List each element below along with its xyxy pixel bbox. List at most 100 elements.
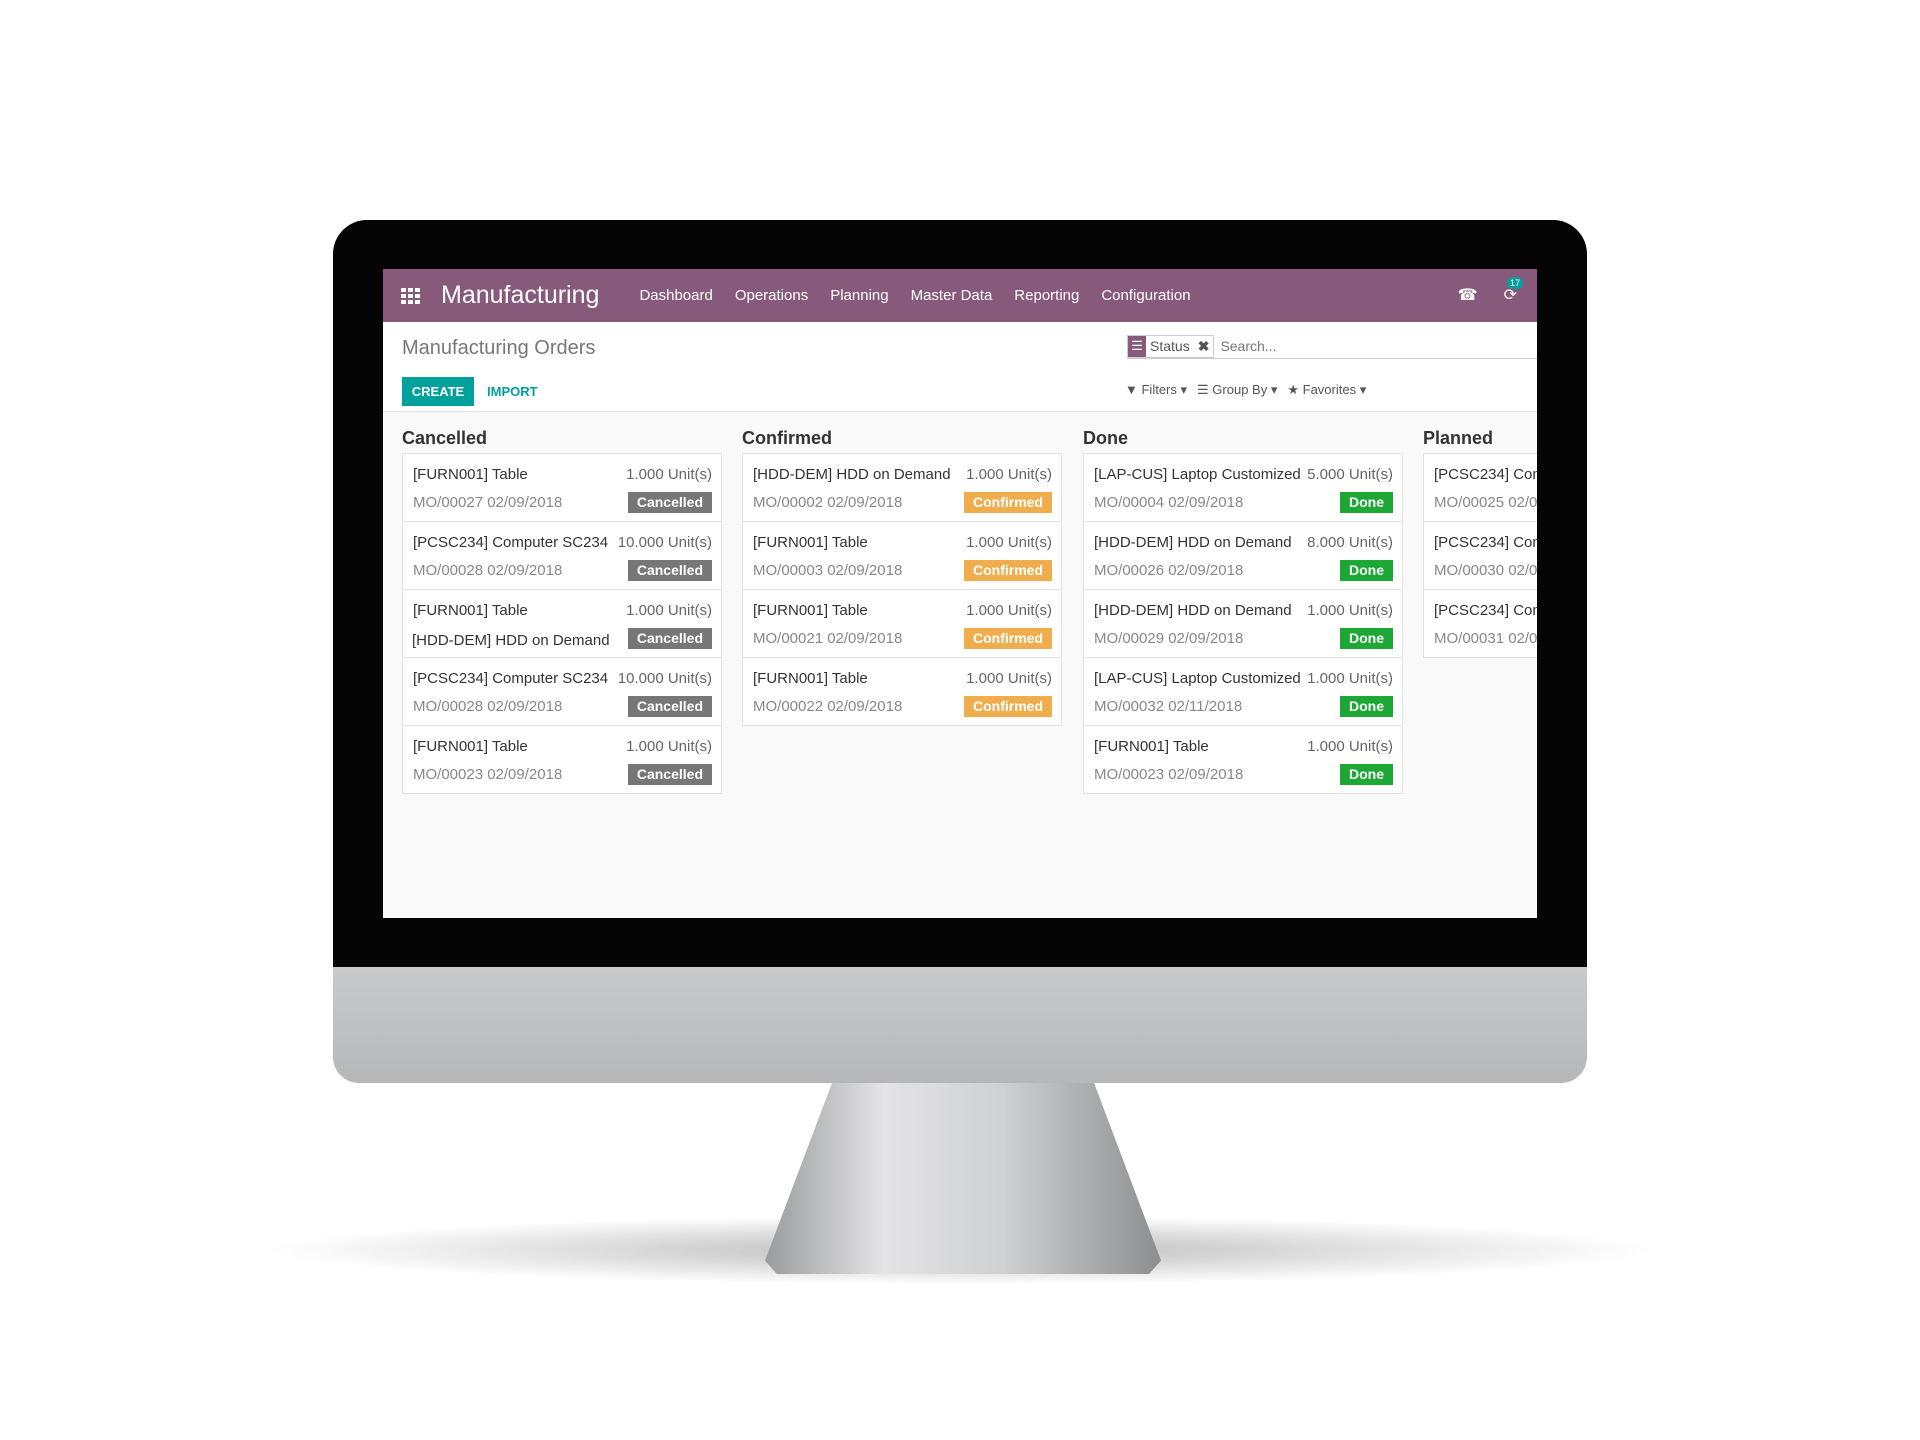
column-title[interactable]: Done (1083, 412, 1403, 454)
kanban-card[interactable]: [PCSC234] Computer SC234 10.000 Unit(s) MO… (402, 521, 722, 590)
order-reference: MO/00021 02/09/2018 (753, 630, 903, 647)
product-name: [HDD-DEM] HDD on Demand (1094, 602, 1292, 619)
kanban-card[interactable]: [LAP-CUS] Laptop Customized 5.000 Unit(s)… (1083, 453, 1403, 522)
status-badge: Cancelled (627, 492, 712, 513)
quantity: 1.000 Unit(s) (966, 602, 1052, 619)
quantity: 10.000 Unit(s) (617, 534, 712, 551)
kanban-card[interactable]: [FURN001] Table 1.000 Unit(s) MO/00027 02/… (402, 453, 722, 522)
apps-grid-icon[interactable] (401, 287, 421, 304)
kanban-card[interactable]: [FURN001] Table 1.000 Unit(s) MO/00023 02/… (402, 725, 722, 794)
product-name: [PCSC234] Com (1434, 466, 1537, 483)
product-name: [PCSC234] Computer SC234 (413, 534, 609, 551)
facet-label: Status (1150, 338, 1190, 354)
activity-icon[interactable]: ⟳ 17 (1504, 277, 1523, 305)
order-reference: MO/00023 02/09/2018 (413, 766, 563, 783)
order-reference: MO/00027 02/09/2018 (413, 494, 563, 511)
quantity: 1.000 Unit(s) (626, 602, 712, 619)
status-badge: Confirmed (964, 696, 1052, 717)
status-badge: Confirmed (964, 492, 1052, 513)
group-by-dropdown[interactable]: ☰ Group By ▾ (1197, 382, 1277, 398)
remove-facet-icon[interactable]: ✖ (1194, 338, 1214, 355)
order-reference: MO/00028 02/09/2018 (413, 562, 563, 579)
order-reference: MO/00003 02/09/2018 (753, 562, 903, 579)
kanban-column-planned: Planned [PCSC234] Com MO/00025 02/0 [PCSC… (1423, 412, 1537, 658)
order-reference: MO/00025 02/0 (1434, 494, 1537, 511)
dragged-card[interactable]: [HDD-DEM] HDD on Demand (412, 632, 614, 649)
status-badge: Done (1340, 764, 1393, 785)
product-name: [FURN001] Table (413, 602, 528, 619)
column-title[interactable]: Planned (1423, 412, 1537, 454)
kanban-column-done: Done [LAP-CUS] Laptop Customized 5.000 Un… (1083, 412, 1403, 794)
phone-icon[interactable]: ☎ (1458, 285, 1478, 305)
top-navbar: Manufacturing Dashboard Operations Plann… (383, 269, 1537, 322)
order-reference: MO/00002 02/09/2018 (753, 494, 903, 511)
product-name: [PCSC234] Computer SC234 (413, 670, 609, 687)
kanban-card[interactable]: [HDD-DEM] HDD on Demand 1.000 Unit(s) MO/0… (1083, 589, 1403, 658)
product-name: [PCSC234] Com (1434, 602, 1537, 619)
status-badge: Done (1340, 492, 1393, 513)
status-badge: Cancelled (627, 560, 712, 581)
kanban-card[interactable]: [HDD-DEM] HDD on Demand 8.000 Unit(s) MO/0… (1083, 521, 1403, 590)
quantity: 1.000 Unit(s) (966, 534, 1052, 551)
monitor-stand (765, 1082, 1161, 1274)
status-badge: Confirmed (964, 628, 1052, 649)
status-badge: Cancelled (627, 764, 712, 785)
control-panel: Manufacturing Orders CREATE IMPORT ☰ Sta… (383, 322, 1537, 412)
group-by-icon: ☰ (1128, 335, 1146, 357)
search-bar: ☰ Status ✖ (1127, 334, 1537, 359)
kanban-card[interactable]: [PCSC234] Com MO/00025 02/0 (1423, 453, 1537, 522)
kanban-card[interactable]: [LAP-CUS] Laptop Customized 1.000 Unit(s)… (1083, 657, 1403, 726)
app-title: Manufacturing (441, 281, 600, 309)
kanban-card[interactable]: [FURN001] Table 1.000 Unit(s) MO/00022 02/… (742, 657, 1062, 726)
kanban-card[interactable]: [FURN001] Table 1.000 Unit(s) MO/00021 02/… (742, 589, 1062, 658)
kanban-card[interactable]: [PCSC234] Com MO/00031 02/0 (1423, 589, 1537, 658)
menu-planning[interactable]: Planning (830, 287, 888, 304)
kanban-card[interactable]: [FURN001] Table 1.000 Unit(s) MO/00023 02/… (1083, 725, 1403, 794)
order-reference: MO/00030 02/0 (1434, 562, 1537, 579)
quantity: 1.000 Unit(s) (626, 738, 712, 755)
create-button[interactable]: CREATE (402, 377, 474, 406)
kanban-card[interactable]: [PCSC234] Com MO/00030 02/0 (1423, 521, 1537, 590)
search-input[interactable] (1220, 338, 1471, 354)
quantity: 1.000 Unit(s) (1307, 602, 1393, 619)
kanban-column-confirmed: Confirmed [HDD-DEM] HDD on Demand 1.000 U… (742, 412, 1062, 726)
quantity: 1.000 Unit(s) (1307, 738, 1393, 755)
favorites-dropdown[interactable]: ★ Favorites ▾ (1287, 382, 1366, 398)
menu-operations[interactable]: Operations (735, 287, 808, 304)
order-reference: MO/00031 02/0 (1434, 630, 1537, 647)
page-title: Manufacturing Orders (402, 337, 596, 359)
kanban-card[interactable]: [HDD-DEM] HDD on Demand 1.000 Unit(s) MO/0… (742, 453, 1062, 522)
order-reference: MO/00022 02/09/2018 (753, 698, 903, 715)
import-button[interactable]: IMPORT (487, 384, 538, 399)
order-reference: MO/00029 02/09/2018 (1094, 630, 1244, 647)
quantity: 10.000 Unit(s) (617, 670, 712, 687)
quantity: 1.000 Unit(s) (966, 466, 1052, 483)
order-reference: MO/00032 02/11/2018 (1094, 698, 1243, 715)
menu-master-data[interactable]: Master Data (911, 287, 993, 304)
column-title[interactable]: Cancelled (402, 412, 722, 454)
kanban-column-cancelled: Cancelled [FURN001] Table 1.000 Unit(s) MO… (402, 412, 722, 794)
status-badge: Confirmed (964, 560, 1052, 581)
order-reference: MO/00023 02/09/2018 (1094, 766, 1244, 783)
menu-configuration[interactable]: Configuration (1101, 287, 1190, 304)
order-reference: MO/00028 02/09/2018 (413, 698, 563, 715)
product-name: [FURN001] Table (753, 670, 868, 687)
menu-dashboard[interactable]: Dashboard (639, 287, 712, 304)
monitor-chin (333, 967, 1587, 1083)
screen: Manufacturing Dashboard Operations Plann… (383, 269, 1537, 918)
product-name: [FURN001] Table (753, 602, 868, 619)
product-name: [FURN001] Table (753, 534, 868, 551)
status-badge: Cancelled (627, 696, 712, 717)
kanban-card[interactable]: [PCSC234] Computer SC234 10.000 Unit(s) MO… (402, 657, 722, 726)
status-badge: Done (1340, 628, 1393, 649)
product-name: [HDD-DEM] HDD on Demand (753, 466, 951, 483)
column-title[interactable]: Confirmed (742, 412, 1062, 454)
status-badge: Done (1340, 560, 1393, 581)
menu-reporting[interactable]: Reporting (1014, 287, 1079, 304)
status-badge: Done (1340, 696, 1393, 717)
kanban-card[interactable]: [FURN001] Table 1.000 Unit(s) MO/00003 02/… (742, 521, 1062, 590)
filters-dropdown[interactable]: ▼︎ Filters ▾ (1125, 382, 1187, 398)
quantity: 1.000 Unit(s) (966, 670, 1052, 687)
quantity: 1.000 Unit(s) (626, 466, 712, 483)
status-facet: ☰ Status ✖ (1127, 334, 1215, 358)
